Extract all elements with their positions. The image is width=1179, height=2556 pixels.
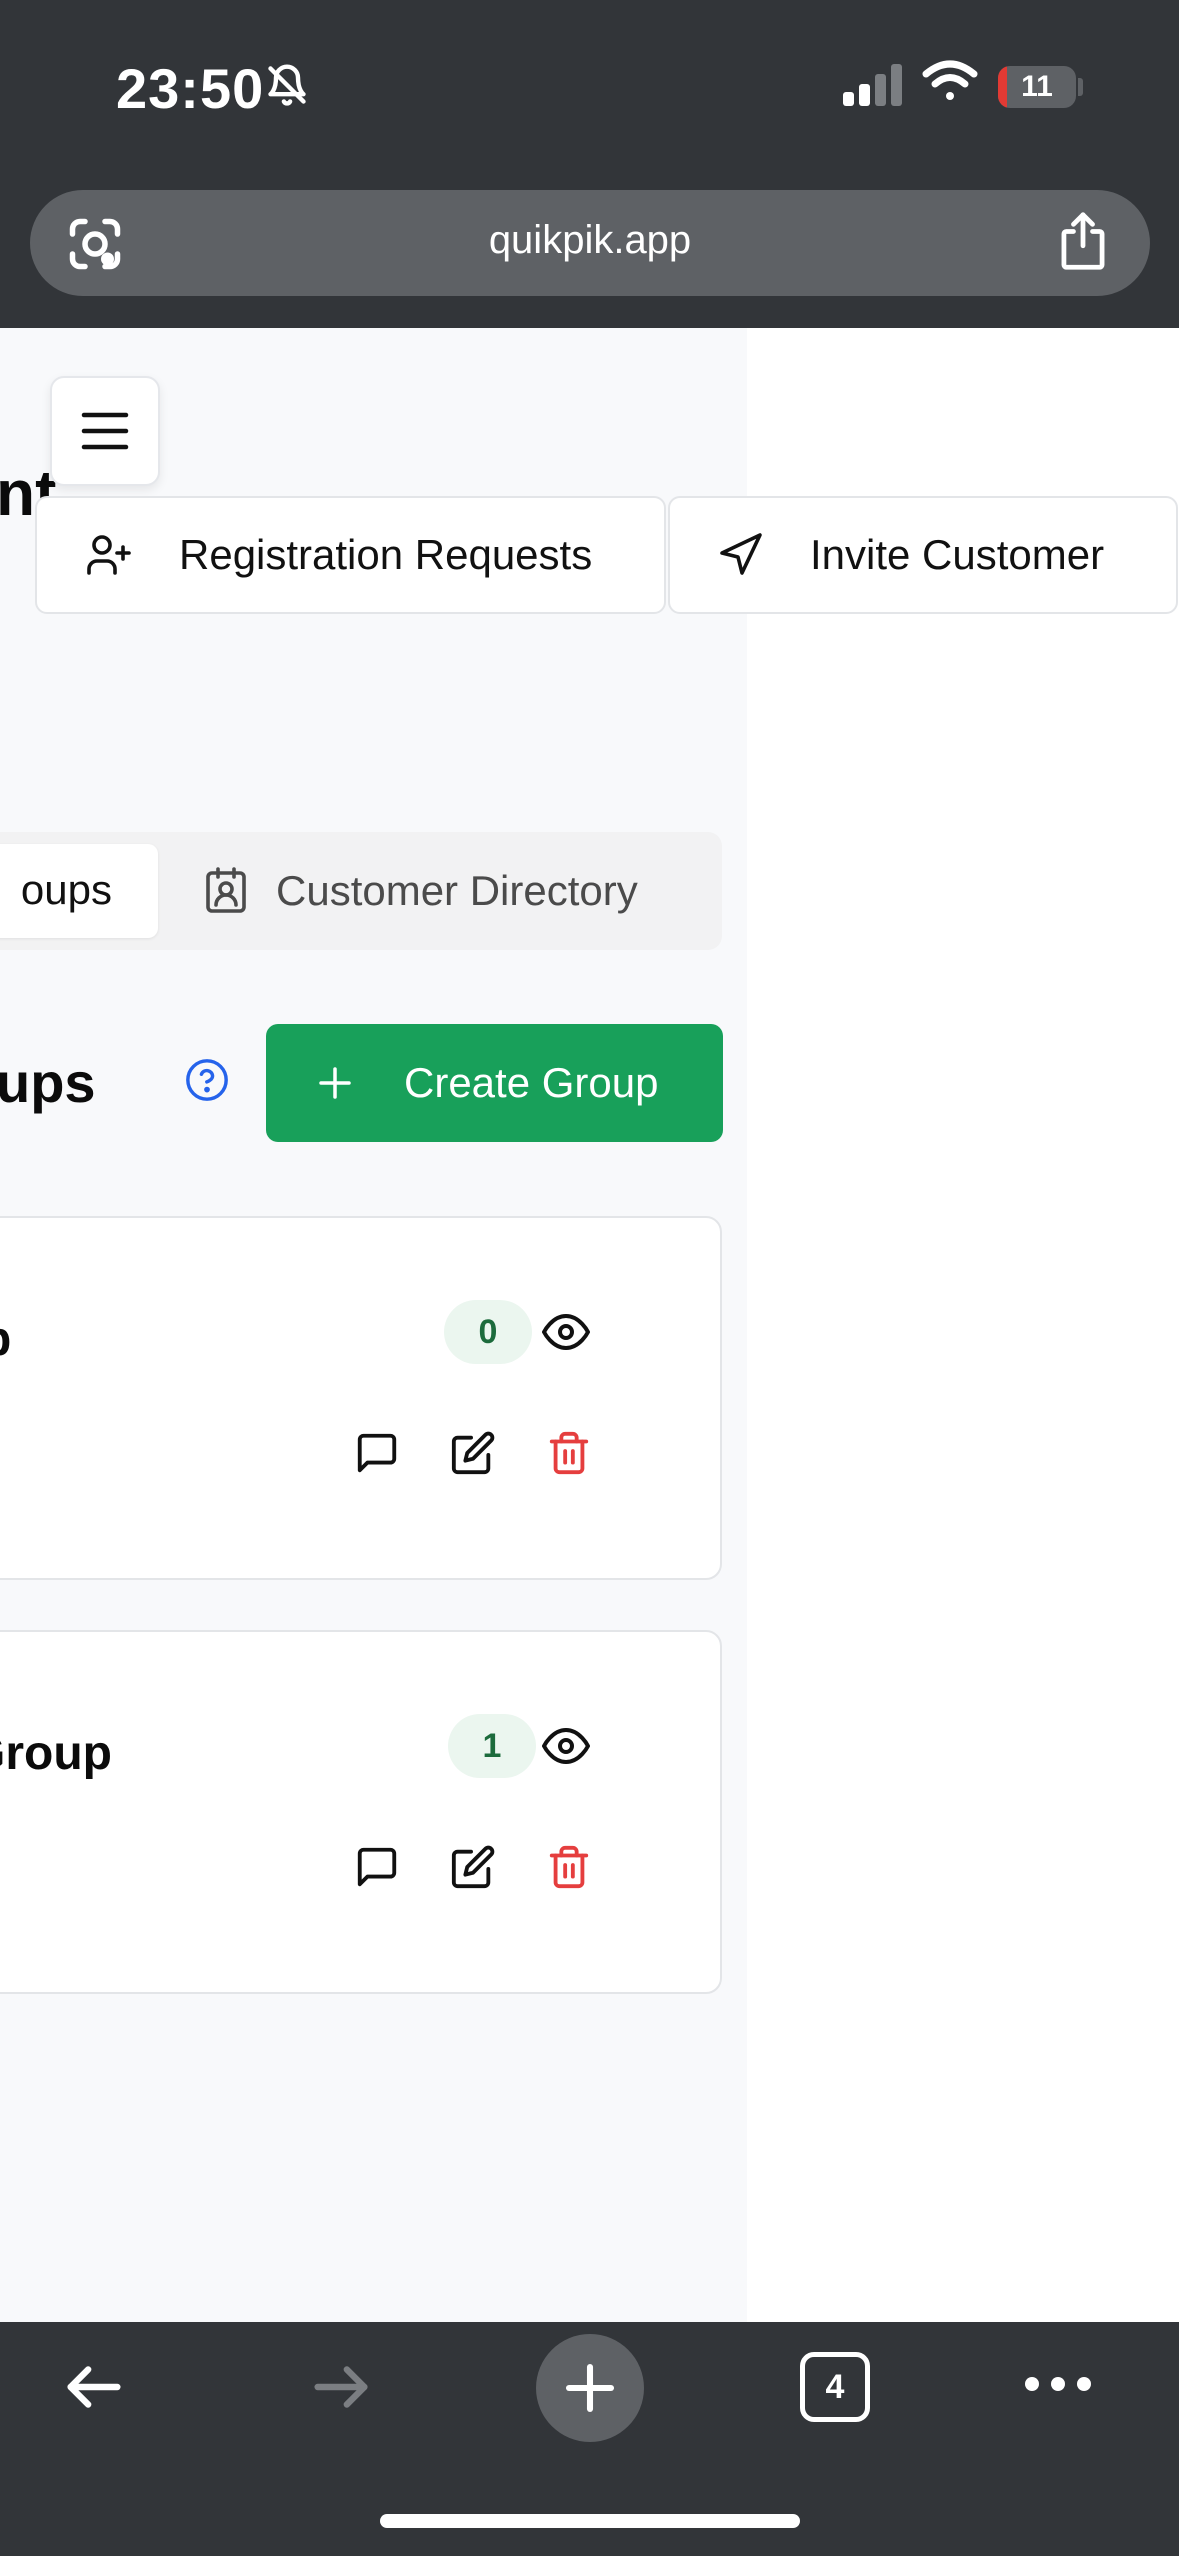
new-tab-button[interactable]	[536, 2334, 644, 2442]
edit-icon[interactable]	[450, 1430, 496, 1476]
share-icon[interactable]	[1054, 210, 1112, 272]
bell-slash-icon	[268, 64, 306, 106]
battery-level: 11	[1021, 70, 1053, 103]
status-time: 23:50	[116, 57, 265, 120]
group-name: Group	[0, 1727, 112, 1780]
member-count-badge: 0	[444, 1300, 532, 1364]
view-tabs: oups Customer Directory	[0, 832, 722, 950]
forward-arrow-icon[interactable]	[305, 2352, 377, 2422]
group-card[interactable]: Group 1	[0, 1630, 722, 1994]
home-indicator	[380, 2514, 800, 2528]
browser-top-chrome: 23:50 11 quikpik.app	[0, 0, 1179, 328]
tab-groups[interactable]: oups	[0, 844, 158, 938]
page-overflow-area	[747, 328, 1179, 2322]
menu-button[interactable]	[50, 376, 160, 486]
create-group-button[interactable]: Create Group	[266, 1024, 723, 1142]
invite-customer-button[interactable]: Invite Customer	[668, 496, 1178, 614]
help-icon[interactable]	[184, 1057, 230, 1103]
eye-icon[interactable]	[542, 1308, 590, 1356]
trash-icon[interactable]	[546, 1430, 592, 1476]
group-card[interactable]: p 0	[0, 1216, 722, 1580]
url-bar[interactable]: quikpik.app	[30, 190, 1150, 296]
tab-customer-directory-label: Customer Directory	[276, 867, 638, 914]
section-title: ups	[0, 1051, 96, 1114]
group-name: p	[0, 1312, 11, 1367]
member-count-badge: 1	[448, 1714, 536, 1778]
eye-icon[interactable]	[542, 1722, 590, 1770]
tab-groups-label: oups	[20, 866, 112, 913]
registration-requests-button[interactable]: Registration Requests	[35, 496, 666, 614]
back-arrow-icon[interactable]	[58, 2352, 130, 2422]
message-icon[interactable]	[354, 1844, 400, 1890]
contact-card-icon	[206, 867, 246, 913]
edit-icon[interactable]	[450, 1844, 496, 1890]
user-plus-icon	[87, 535, 131, 575]
invite-customer-label: Invite Customer	[810, 531, 1105, 578]
send-icon	[720, 533, 762, 575]
tab-customer-directory[interactable]: Customer Directory	[204, 844, 638, 938]
more-icon[interactable]	[1022, 2372, 1094, 2396]
message-icon[interactable]	[354, 1430, 400, 1476]
new-tab-plus-icon	[565, 2363, 615, 2413]
url-text: quikpik.app	[488, 218, 692, 262]
plus-icon	[319, 1067, 351, 1099]
hamburger-menu-icon	[81, 412, 129, 450]
create-group-label: Create Group	[404, 1059, 659, 1106]
tabs-icon[interactable]: 4	[800, 2352, 870, 2422]
cellular-signal-icon	[843, 64, 902, 106]
battery-icon: 11	[998, 66, 1076, 108]
trash-icon[interactable]	[546, 1844, 592, 1890]
registration-requests-label: Registration Requests	[179, 531, 593, 578]
wifi-icon	[922, 60, 978, 100]
